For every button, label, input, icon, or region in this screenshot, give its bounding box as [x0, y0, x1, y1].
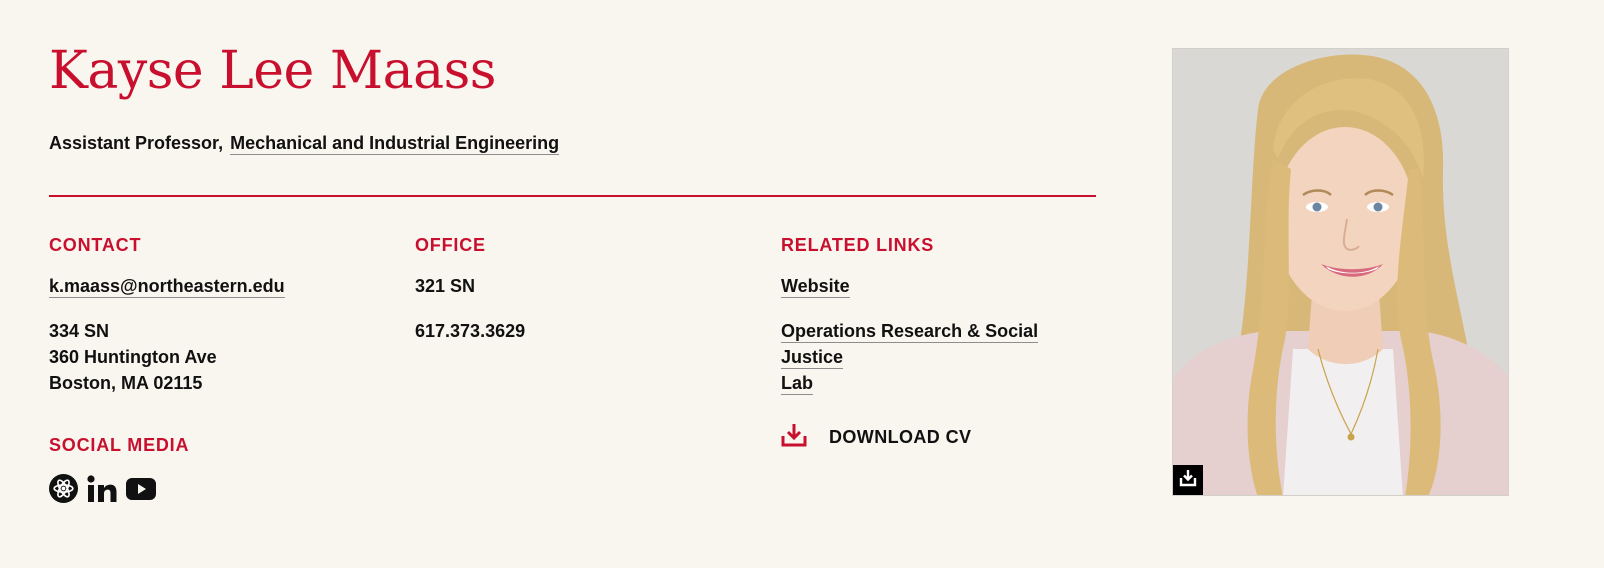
linkedin-icon[interactable]	[87, 474, 117, 503]
website-link[interactable]: Website	[781, 276, 850, 298]
profile-photo	[1172, 48, 1509, 496]
office-section: OFFICE 321 SN 617.373.3629	[415, 232, 755, 344]
contact-section: CONTACT k.maass@northeastern.edu 334 SN …	[49, 232, 389, 396]
faculty-profile: Kayse Lee Maass Assistant Professor, Mech…	[0, 0, 1604, 568]
lab-item: Operations Research & Social Justice Lab	[781, 318, 1101, 396]
portrait-image	[1173, 49, 1508, 495]
youtube-icon[interactable]	[126, 477, 156, 500]
website-item: Website	[781, 273, 1101, 299]
email-item: k.maass@northeastern.edu	[49, 273, 389, 299]
social-media-heading: SOCIAL MEDIA	[49, 435, 190, 455]
profile-name: Kayse Lee Maass	[49, 41, 496, 101]
department-link[interactable]: Mechanical and Industrial Engineering	[230, 133, 560, 155]
office-phone: 617.373.3629	[415, 321, 526, 341]
science-network-icon[interactable]	[49, 474, 78, 503]
social-icons	[49, 474, 156, 503]
lab-link-line-2[interactable]: Lab	[781, 373, 814, 395]
download-icon	[781, 423, 807, 452]
contact-heading: CONTACT	[49, 235, 142, 255]
related-links-section: RELATED LINKS Website Operations Researc…	[781, 232, 1101, 452]
mailing-address: 334 SN 360 Huntington Ave Boston, MA 021…	[49, 318, 389, 396]
address-line: 334 SN	[49, 321, 110, 341]
related-links-heading: RELATED LINKS	[781, 235, 935, 255]
profile-title: Assistant Professor, Mechanical and Indus…	[49, 131, 560, 155]
address-line: Boston, MA 02115	[49, 373, 203, 393]
lab-link-line-1[interactable]: Operations Research & Social Justice	[781, 321, 1039, 369]
email-link[interactable]: k.maass@northeastern.edu	[49, 276, 285, 298]
address-line: 360 Huntington Ave	[49, 347, 217, 367]
download-icon	[1179, 469, 1197, 492]
photo-download-button[interactable]	[1173, 465, 1203, 495]
download-cv-label: DOWNLOAD CV	[829, 427, 972, 447]
profile-role: Assistant Professor,	[49, 133, 224, 153]
download-cv-button[interactable]: DOWNLOAD CV	[781, 423, 1101, 452]
section-divider	[49, 195, 1096, 197]
office-heading: OFFICE	[415, 235, 486, 255]
office-room: 321 SN	[415, 276, 476, 296]
